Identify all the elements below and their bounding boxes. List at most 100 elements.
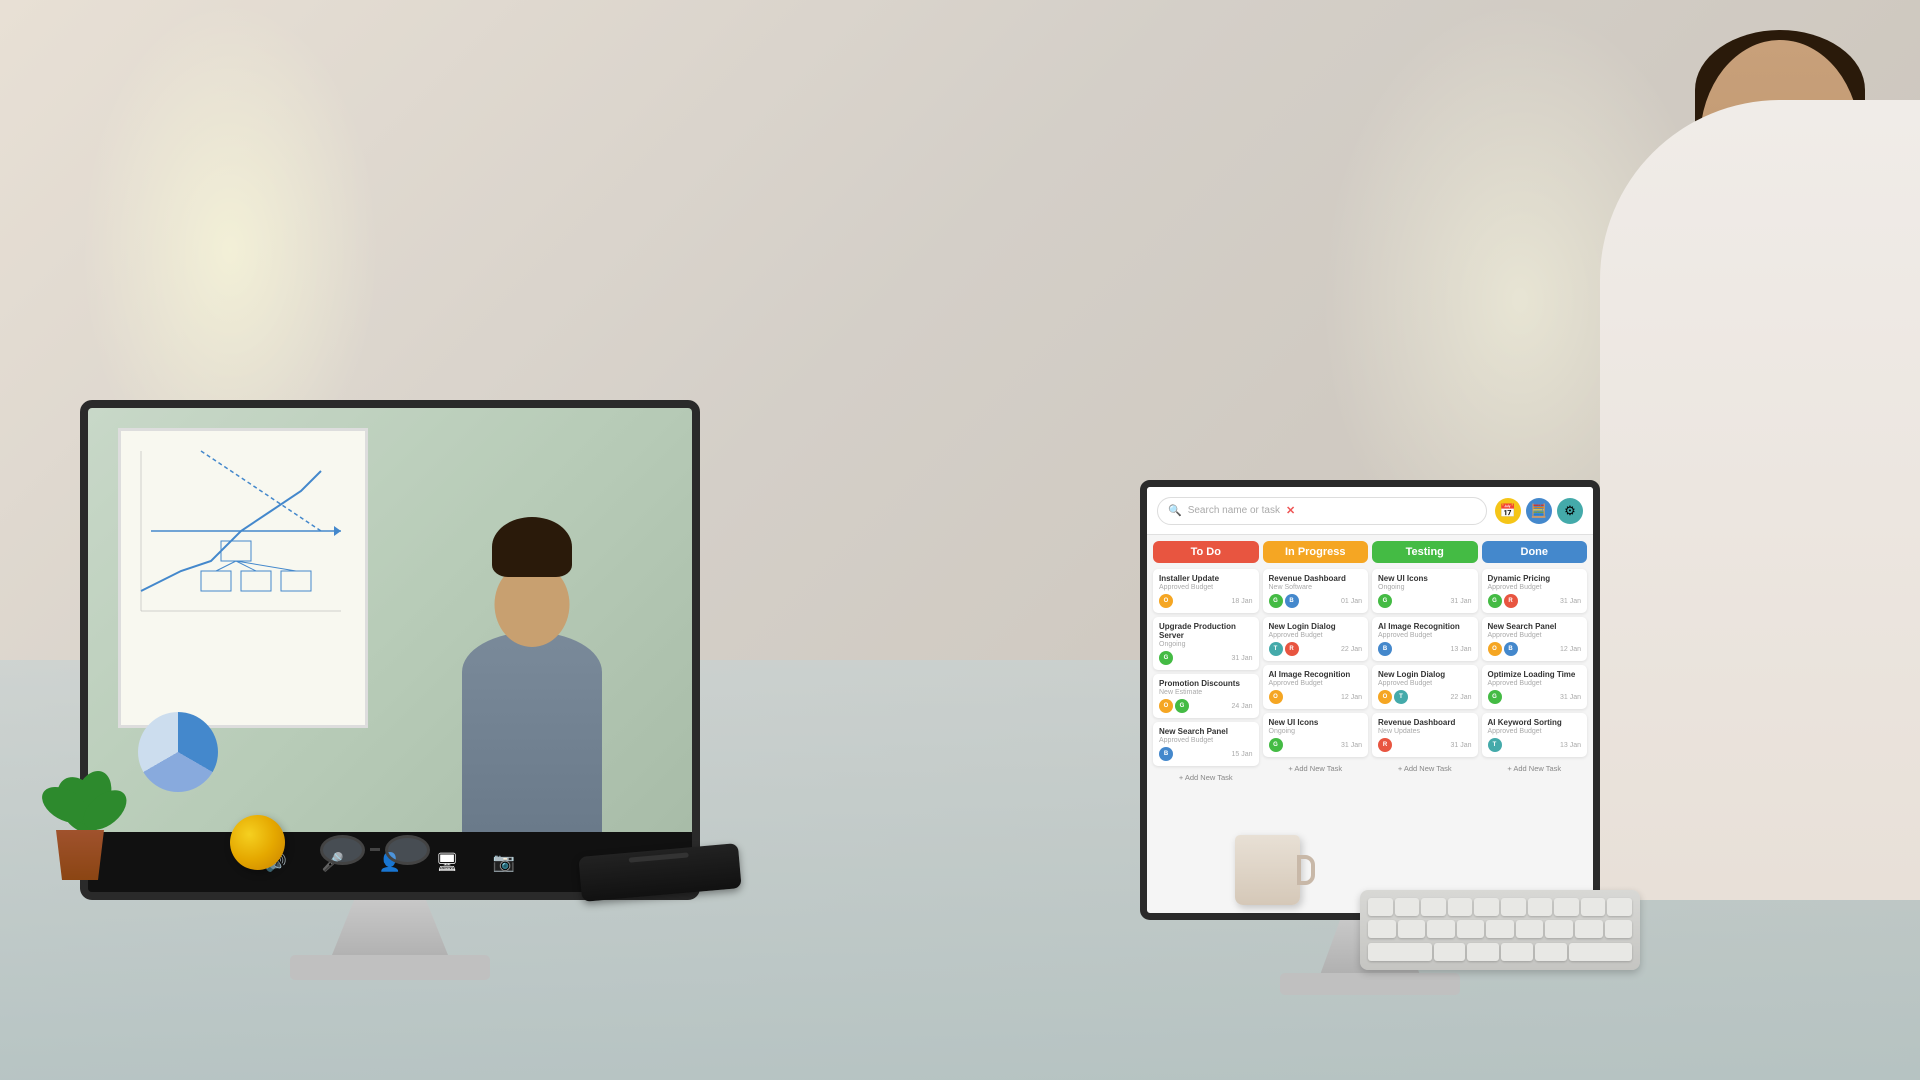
add-task-testing[interactable]: + Add New Task (1372, 761, 1478, 776)
card-revenue-test[interactable]: Revenue Dashboard New Updates R 31 Jan (1372, 713, 1478, 757)
card-footer: B 13 Jan (1378, 642, 1472, 656)
left-monitor-base (290, 955, 490, 980)
card-subtitle: Approved Budget (1269, 632, 1363, 639)
key (1467, 943, 1499, 961)
key (1457, 920, 1485, 938)
card-ai-recognition-ip[interactable]: AI Image Recognition Approved Budget O 1… (1263, 665, 1369, 709)
right-monitor-base (1280, 973, 1460, 995)
search-placeholder: Search name or task (1188, 505, 1280, 516)
card-ui-icons-test[interactable]: New UI Icons Ongoing G 31 Jan (1372, 569, 1478, 613)
card-subtitle: New Software (1269, 584, 1363, 591)
card-footer: G 31 Jan (1269, 738, 1363, 752)
add-task-inprogress[interactable]: + Add New Task (1263, 761, 1369, 776)
column-testing: Testing New UI Icons Ongoing G 31 Jan AI… (1372, 541, 1478, 907)
card-search-panel-done[interactable]: New Search Panel Approved Budget O B 12 … (1482, 617, 1588, 661)
avatar: B (1285, 594, 1299, 608)
card-title: Installer Update (1159, 574, 1253, 583)
card-title: AI Image Recognition (1378, 622, 1472, 631)
card-date: 31 Jan (1560, 694, 1581, 701)
avatar: O (1378, 690, 1392, 704)
card-optimize-loading[interactable]: Optimize Loading Time Approved Budget G … (1482, 665, 1588, 709)
key (1434, 943, 1466, 961)
phone-speaker (629, 852, 689, 862)
right-monitor: 🔍 Search name or task ✕ 📅 🧮 ⚙ To Do Inst… (1140, 480, 1600, 920)
kanban-header: 🔍 Search name or task ✕ 📅 🧮 ⚙ (1147, 487, 1593, 535)
column-header-todo: To Do (1153, 541, 1259, 563)
search-clear-button[interactable]: ✕ (1286, 504, 1295, 517)
coffee-mug (1235, 835, 1300, 905)
key (1575, 920, 1603, 938)
key (1395, 898, 1420, 916)
card-title: Revenue Dashboard (1378, 718, 1472, 727)
card-footer: G B 01 Jan (1269, 594, 1363, 608)
avatar: O (1159, 699, 1173, 713)
person-body (1600, 100, 1920, 900)
key-shift (1368, 943, 1432, 961)
card-date: 31 Jan (1450, 742, 1471, 749)
card-dynamic-pricing[interactable]: Dynamic Pricing Approved Budget G R 31 J… (1482, 569, 1588, 613)
key (1516, 920, 1544, 938)
card-ai-keyword[interactable]: AI Keyword Sorting Approved Budget T 13 … (1482, 713, 1588, 757)
column-done: Done Dynamic Pricing Approved Budget G R… (1482, 541, 1588, 907)
screen-share-icon[interactable]: 🖥 (431, 846, 463, 878)
avatar: R (1504, 594, 1518, 608)
whiteboard (118, 428, 368, 728)
card-subtitle: Approved Budget (1488, 680, 1582, 687)
card-footer: T 13 Jan (1488, 738, 1582, 752)
card-subtitle: Approved Budget (1269, 680, 1363, 687)
card-title: New Login Dialog (1269, 622, 1363, 631)
glasses-bridge (370, 848, 380, 851)
card-footer: T R 22 Jan (1269, 642, 1363, 656)
card-login-dialog-test[interactable]: New Login Dialog Approved Budget O T 22 … (1372, 665, 1478, 709)
avatar: G (1488, 594, 1502, 608)
key (1368, 898, 1393, 916)
card-subtitle: Ongoing (1269, 728, 1363, 735)
card-date: 24 Jan (1231, 703, 1252, 710)
card-date: 31 Jan (1341, 742, 1362, 749)
card-footer: O T 22 Jan (1378, 690, 1472, 704)
card-ai-recognition-test[interactable]: AI Image Recognition Approved Budget B 1… (1372, 617, 1478, 661)
pie-chart (138, 712, 218, 792)
card-search-panel-todo[interactable]: New Search Panel Approved Budget B 15 Ja… (1153, 722, 1259, 766)
mug-handle (1297, 855, 1315, 885)
card-subtitle: Approved Budget (1378, 680, 1472, 687)
card-date: 31 Jan (1560, 598, 1581, 605)
key (1607, 898, 1632, 916)
card-footer: O G 24 Jan (1159, 699, 1253, 713)
plant-pot (50, 830, 110, 880)
camera-icon[interactable]: 📷 (488, 846, 520, 878)
card-promotions[interactable]: Promotion Discounts New Estimate O G 24 … (1153, 674, 1259, 718)
card-upgrade-server[interactable]: Upgrade Production Server Ongoing G 31 J… (1153, 617, 1259, 670)
card-date: 13 Jan (1560, 742, 1581, 749)
card-subtitle: New Updates (1378, 728, 1472, 735)
column-header-done: Done (1482, 541, 1588, 563)
card-subtitle: Approved Budget (1488, 584, 1582, 591)
schedule-icon-button[interactable]: 📅 (1495, 498, 1521, 524)
key (1398, 920, 1426, 938)
card-title: Promotion Discounts (1159, 679, 1253, 688)
card-installer-update[interactable]: Installer Update Approved Budget O 18 Ja… (1153, 569, 1259, 613)
card-subtitle: Approved Budget (1488, 728, 1582, 735)
avatar: T (1394, 690, 1408, 704)
card-revenue-dashboard[interactable]: Revenue Dashboard New Software G B 01 Ja… (1263, 569, 1369, 613)
card-ui-icons-ip[interactable]: New UI Icons Ongoing G 31 Jan (1263, 713, 1369, 757)
card-login-dialog-ip[interactable]: New Login Dialog Approved Budget T R 22 … (1263, 617, 1369, 661)
card-footer: B 15 Jan (1159, 747, 1253, 761)
settings-icon-button[interactable]: ⚙ (1557, 498, 1583, 524)
card-title: AI Keyword Sorting (1488, 718, 1582, 727)
card-title: AI Image Recognition (1269, 670, 1363, 679)
add-task-todo[interactable]: + Add New Task (1153, 770, 1259, 785)
card-footer: G 31 Jan (1378, 594, 1472, 608)
avatar: O (1159, 594, 1173, 608)
glasses-right-lens (385, 835, 430, 865)
add-task-done[interactable]: + Add New Task (1482, 761, 1588, 776)
glasses (320, 835, 430, 865)
search-box[interactable]: 🔍 Search name or task ✕ (1157, 497, 1487, 525)
key (1581, 898, 1606, 916)
calculator-icon-button[interactable]: 🧮 (1526, 498, 1552, 524)
card-subtitle: Approved Budget (1159, 737, 1253, 744)
card-footer: G 31 Jan (1159, 651, 1253, 665)
column-header-inprogress: In Progress (1263, 541, 1369, 563)
avatar: T (1488, 738, 1502, 752)
card-title: New UI Icons (1378, 574, 1472, 583)
